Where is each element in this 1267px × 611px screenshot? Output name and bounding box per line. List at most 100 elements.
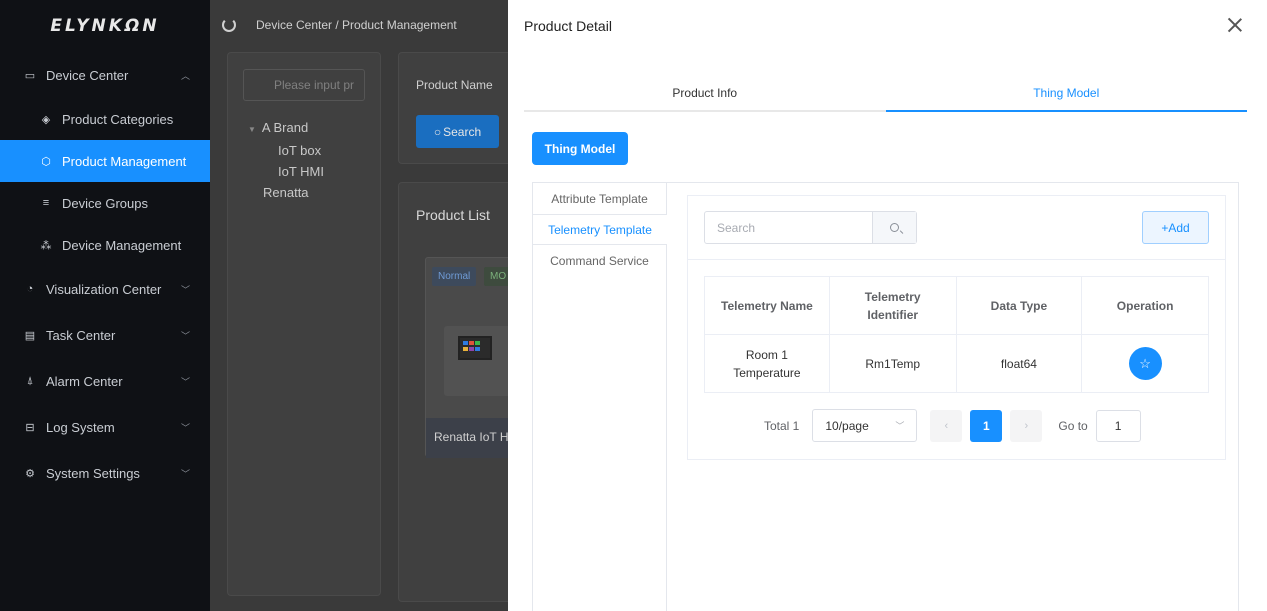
drawer-title: Product Detail — [524, 18, 612, 34]
sidebar-item-device-management[interactable]: ⁂ Device Management — [0, 224, 210, 266]
chevron-down-icon: ﹀ — [180, 330, 190, 341]
page-size-select[interactable]: 10/page ﹀ — [812, 409, 918, 442]
goto-label: Go to — [1058, 418, 1088, 433]
sidebar-item-label: Product Categories — [62, 111, 174, 127]
drawer-tabs: Product Info Thing Model — [524, 80, 1247, 112]
layers-icon: ◈ — [41, 113, 51, 126]
category-panel: Please input pr ▼ A Brand IoT box IoT HMI… — [227, 52, 381, 596]
filter-panel: Product Name ○ Search — [398, 52, 518, 164]
sidebar-item-label: Device Management — [62, 237, 182, 253]
column-header: Operation — [1081, 276, 1209, 335]
tree-node[interactable]: IoT box — [248, 140, 380, 161]
list-icon: ≡ — [42, 197, 50, 209]
table-header-row: Telemetry Name Telemetry Identifier Data… — [704, 276, 1209, 335]
sidebar-item-device-center[interactable]: ▭ Device Center ︿ — [0, 52, 210, 98]
tab-attribute-template[interactable]: Attribute Template — [533, 183, 666, 214]
nodes-icon: ⁂ — [40, 239, 52, 252]
search-icon — [890, 223, 899, 232]
sidebar-item-label: Device Groups — [62, 195, 148, 211]
sidebar-item-visualization-center[interactable]: ◔ Visualization Center ﹀ — [0, 266, 210, 312]
sidebar-item-label: Log System — [46, 419, 115, 435]
tree-node[interactable]: Renatta — [248, 182, 380, 203]
sidebar-item-alarm-center[interactable]: ⍋ Alarm Center ﹀ — [0, 358, 210, 404]
refresh-icon[interactable] — [222, 18, 236, 32]
star-icon[interactable]: ☆ — [1128, 347, 1162, 380]
logo: ELYNKΩN — [50, 16, 160, 36]
pagination: Total 1 10/page ﹀ ‹ 1 › Go to 1 — [764, 409, 1141, 442]
product-list-title: Product List — [416, 207, 490, 223]
sidebar-item-label: Alarm Center — [46, 373, 123, 389]
sidebar-menu: ▭ Device Center ︿ ◈ Product Categories ⬡… — [0, 52, 210, 496]
sidebar-item-product-categories[interactable]: ◈ Product Categories — [0, 98, 210, 140]
column-header: Data Type — [955, 276, 1083, 335]
product-detail-drawer: Product Detail Product Info Thing Model … — [508, 0, 1267, 611]
caret-down-icon: ▼ — [248, 125, 256, 134]
sidebar-item-label: Task Center — [46, 327, 116, 343]
tree-node[interactable]: ▼ A Brand — [248, 117, 380, 140]
page-size-value: 10/page — [825, 418, 869, 433]
thing-model-button[interactable]: Thing Model — [532, 132, 628, 165]
breadcrumb: Device Center / Product Management — [256, 18, 457, 32]
sidebar-item-task-center[interactable]: ▤ Task Center ﹀ — [0, 312, 210, 358]
tab-command-service[interactable]: Command Service — [533, 245, 666, 276]
search-icon: ○ — [433, 124, 442, 139]
chevron-left-icon: ‹ — [944, 419, 949, 432]
product-card[interactable]: Normal MO Renatta IoT H — [425, 257, 520, 458]
product-list-panel: Product List Normal MO Renatta IoT H — [398, 182, 520, 602]
operation-cell: ☆ — [1081, 334, 1209, 393]
eye-icon: ◔ — [26, 283, 34, 295]
monitor-icon: ▭ — [24, 69, 36, 82]
chevron-down-icon: ﹀ — [180, 468, 190, 479]
tab-telemetry-template[interactable]: Telemetry Template — [533, 214, 667, 245]
category-search-input[interactable]: Please input pr — [243, 69, 365, 101]
tab-product-info[interactable]: Product Info — [524, 80, 886, 110]
add-button[interactable]: +Add — [1142, 211, 1209, 244]
sidebar-item-label: System Settings — [46, 465, 140, 481]
cube-icon: ⬡ — [41, 155, 51, 168]
tab-thing-model[interactable]: Thing Model — [885, 80, 1247, 112]
telemetry-search — [704, 211, 917, 244]
clipboard-icon: ▤ — [24, 329, 36, 342]
alarm-icon: ⍋ — [26, 374, 34, 387]
template-tabs: Attribute Template Telemetry Template Co… — [533, 183, 667, 611]
chevron-down-icon: ﹀ — [180, 284, 190, 295]
chevron-right-icon: › — [1024, 419, 1029, 432]
divider — [688, 259, 1225, 260]
sidebar-item-system-settings[interactable]: ⚙ System Settings ﹀ — [0, 450, 210, 496]
chevron-down-icon: ﹀ — [180, 376, 190, 387]
column-header: Telemetry Identifier — [828, 276, 957, 335]
search-button[interactable] — [872, 212, 916, 243]
data-type-cell: float64 — [955, 334, 1083, 393]
sidebar-item-product-management[interactable]: ⬡ Product Management — [0, 140, 210, 182]
table-row: Room 1 Temperature Rm1Temp float64 ☆ — [704, 334, 1209, 393]
sidebar-item-label: Device Center — [46, 67, 129, 83]
search-button[interactable]: ○ Search — [416, 115, 499, 148]
search-input[interactable] — [705, 212, 872, 243]
tree-node[interactable]: IoT HMI — [248, 161, 380, 182]
sidebar-item-label: Visualization Center — [46, 281, 162, 297]
sidebar-item-log-system[interactable]: ⊟ Log System ﹀ — [0, 404, 210, 450]
chevron-down-icon: ﹀ — [895, 421, 905, 431]
product-name-label: Product Name — [416, 78, 493, 92]
thing-model-container: Attribute Template Telemetry Template Co… — [532, 182, 1239, 611]
telemetry-identifier-cell: Rm1Temp — [828, 334, 957, 393]
chevron-down-icon: ﹀ — [180, 422, 190, 433]
product-card-name: Renatta IoT H — [426, 418, 520, 458]
prev-page-button[interactable]: ‹ — [930, 409, 963, 442]
chevron-up-icon: ︿ — [180, 70, 190, 81]
sidebar-item-device-groups[interactable]: ≡ Device Groups — [0, 182, 210, 224]
telemetry-name-cell: Room 1 Temperature — [704, 334, 830, 393]
current-page[interactable]: 1 — [970, 409, 1003, 442]
telemetry-table: Telemetry Name Telemetry Identifier Data… — [704, 276, 1209, 393]
status-badge: Normal — [432, 267, 477, 286]
log-icon: ⊟ — [25, 421, 35, 434]
gear-icon: ⚙ — [25, 467, 35, 480]
category-tree: ▼ A Brand IoT box IoT HMI Renatta — [228, 117, 380, 203]
column-header: Telemetry Name — [704, 276, 830, 335]
telemetry-panel: +Add Telemetry Name Telemetry Identifier… — [687, 195, 1226, 460]
sidebar-item-label: Product Management — [62, 153, 187, 169]
pagination-total: Total 1 — [764, 418, 800, 433]
close-icon[interactable] — [1228, 18, 1242, 32]
goto-input[interactable]: 1 — [1095, 409, 1141, 442]
next-page-button[interactable]: › — [1010, 409, 1043, 442]
